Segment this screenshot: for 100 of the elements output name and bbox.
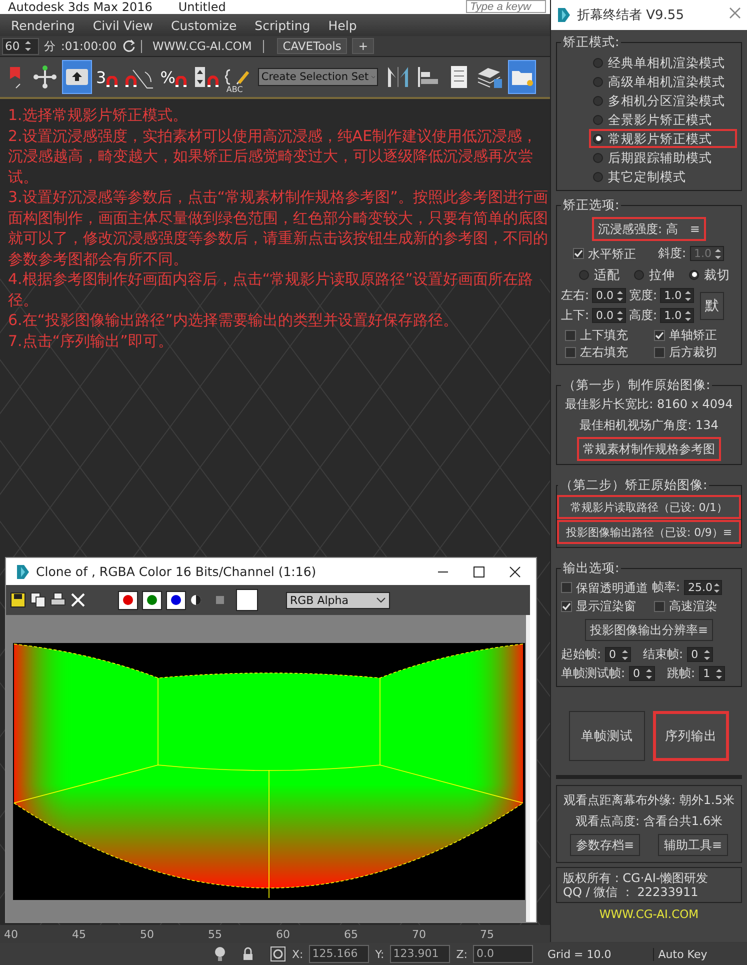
clear-icon[interactable] [70, 592, 86, 608]
spinner-arrows-icon[interactable] [616, 308, 624, 322]
mono-icon[interactable] [214, 594, 226, 606]
spinner-field[interactable]: 0.0 [592, 308, 626, 323]
spinner-arrows-icon[interactable] [616, 288, 624, 302]
contrast-icon[interactable] [190, 594, 202, 606]
ruler-tick-label: 45 [72, 928, 87, 940]
menu-item[interactable]: Rendering [2, 18, 84, 32]
add-tab-button[interactable]: + [352, 38, 374, 54]
field-label: 单帧测试帧: [561, 665, 626, 682]
spinner-field[interactable]: 0.0 [592, 288, 626, 303]
save-icon[interactable] [10, 592, 26, 608]
selection-set-dropdown[interactable]: Create Selection Set [258, 68, 378, 86]
field-label: 斜度: [658, 245, 686, 262]
checkbox[interactable]: 水平矫正 [573, 246, 636, 262]
spinner-field[interactable]: 1.0 [660, 288, 694, 303]
copy-icon[interactable] [30, 592, 46, 608]
spinner-arrows-icon[interactable] [684, 308, 692, 322]
radio-option[interactable]: 后期跟踪辅助模式 [589, 148, 737, 167]
menu-button[interactable]: 辅助工具≡ [658, 834, 728, 856]
menu-item[interactable]: Scripting [246, 18, 320, 32]
panel-button[interactable]: 沉浸感强度: 高 ≡ [593, 218, 705, 240]
default-button[interactable]: 默 [700, 292, 724, 320]
checkbox[interactable]: 上下填充 [565, 327, 648, 343]
radio-option[interactable]: 适配 [575, 265, 624, 284]
menu-item[interactable]: Civil View [84, 18, 162, 32]
refresh-icon[interactable] [122, 39, 136, 53]
checkbox[interactable]: 显示渲染窗 [561, 598, 636, 614]
spinner-arrows-icon[interactable] [715, 666, 724, 680]
tab-button[interactable]: CAVETools [276, 38, 348, 54]
radio-option[interactable]: 常规影片矫正模式 [589, 129, 737, 148]
contact-text: QQ / 微信 ： 22233911 [563, 885, 700, 899]
spinner-field[interactable]: 0 [605, 647, 632, 662]
lock-icon[interactable] [242, 947, 254, 961]
checkbox[interactable]: 保留透明通道 [561, 580, 648, 596]
group-title: 矫正模式: [562, 34, 620, 51]
path-button[interactable]: 投影图像输出路径（已设: 0/9）≡ [558, 521, 740, 543]
print-icon[interactable] [50, 592, 66, 608]
menu-button[interactable]: 参数存档≡ [570, 834, 640, 856]
sets-label: ABC [226, 85, 243, 94]
checkbox[interactable]: 后方裁切 [654, 344, 737, 360]
channel-toggle[interactable] [118, 590, 138, 610]
action-button[interactable]: 序列输出 [653, 711, 729, 761]
checkbox[interactable]: 高速渲染 [654, 598, 717, 614]
grid-text: Grid = 10.0 [547, 948, 612, 960]
channel-dropdown[interactable]: RGB Alpha [286, 592, 390, 608]
instruction-text: 3.设置好沉浸感等参数后，点击“常规素材制作规格参考图”。按照此参考图进行画面构图制作，画面主体尽量做到绿色范围，红色部分畸变较大，只要有简单的底图就可以了，修改沉浸感强度等参数后，请重新点击该按钮生成新的参考图，不同的参数参考图都会有所不同。 [8, 187, 548, 269]
bulb-icon[interactable] [214, 946, 226, 962]
channel-toggle[interactable] [166, 590, 186, 610]
action-button[interactable]: 单帧测试 [569, 711, 645, 761]
channel-toggle[interactable] [142, 590, 162, 610]
radio-option[interactable]: 经典单相机渲染模式 [589, 53, 737, 72]
color-swatch[interactable] [236, 589, 258, 611]
spinner-field[interactable]: 25.0 [684, 580, 722, 595]
menu-item[interactable]: Customize [162, 18, 246, 32]
website-link[interactable]: WWW.CG-AI.COM [556, 907, 742, 921]
spinner-arrows-icon[interactable] [645, 666, 654, 680]
resolution-button[interactable]: 投影图像输出分辨率≡ [584, 619, 714, 641]
spinner-arrows-icon[interactable] [703, 648, 712, 662]
checkbox[interactable]: 左右填充 [565, 344, 648, 360]
spinner-arrows-icon[interactable] [712, 580, 720, 594]
checkbox[interactable]: 单轴矫正 [654, 327, 737, 343]
radio-option[interactable]: 全景影片矫正模式 [589, 110, 737, 129]
toolbar-button[interactable]: ABC [224, 60, 252, 94]
app-logo-icon [557, 7, 571, 23]
pencil-icon [225, 68, 252, 86]
path-button[interactable]: 常规影片读取路径（已设: 0/1） [558, 496, 740, 518]
group-title: （第二步）矫正原始图像: [559, 477, 708, 494]
x-field[interactable]: 125.166 [309, 945, 370, 963]
spinner-field[interactable]: 0 [629, 666, 656, 681]
instruction-text: 4.根据参考图制作好画面内容后，点击“常规影片读取原路径”设置好画面所在路径。 [8, 269, 534, 310]
spinner-arrows-icon[interactable] [24, 39, 32, 53]
spinner-arrows-icon[interactable] [684, 288, 692, 302]
close-icon [509, 566, 521, 578]
radio-option[interactable]: 其它定制模式 [589, 167, 737, 186]
radio-option[interactable]: 高级单相机渲染模式 [589, 72, 737, 91]
search-field[interactable]: Type a keyw [466, 0, 546, 13]
toolbar-button[interactable]: 3 [95, 60, 122, 94]
target-icon[interactable] [270, 946, 286, 962]
radio-option[interactable]: 多相机分区渲染模式 [589, 91, 737, 110]
auto-key-button[interactable]: Auto Key [653, 948, 708, 960]
y-field[interactable]: 123.901 [390, 945, 450, 963]
menu-item[interactable]: Help [319, 18, 366, 32]
spinner-field[interactable]: 1.0 [660, 308, 694, 323]
toolbar-button[interactable]: % [159, 60, 190, 94]
z-field[interactable]: 0.0 [473, 945, 534, 963]
snap-label: 3 [96, 68, 106, 86]
instruction-text: 1.选择常规影片矫正模式。 [8, 105, 188, 126]
radio-option[interactable]: 裁切 [685, 265, 734, 284]
field-label: 高度: [629, 307, 658, 324]
website-link[interactable]: WWW.CG-AI.COM [152, 39, 252, 53]
radio-option[interactable]: 拉伸 [630, 265, 679, 284]
toolbar-button[interactable] [62, 60, 92, 94]
instruction-text: 2.设置沉浸感强度，实拍素材可以使用高沉浸感，纯AE制作建议使用低沉浸感，沉浸感越高，畸变越大，如果矫正后感觉畸变过大，可以逐级降低沉浸感再次尝试。 [8, 126, 538, 187]
frames-spinner[interactable]: 60 [2, 38, 39, 54]
spinner-field[interactable]: 0 [687, 647, 714, 662]
spinner-arrows-icon[interactable] [621, 648, 630, 662]
field-label: 左右: [561, 287, 590, 304]
panel-button[interactable]: 常规素材制作规格参考图 [578, 438, 720, 460]
spinner-field[interactable]: 1 [699, 666, 726, 681]
